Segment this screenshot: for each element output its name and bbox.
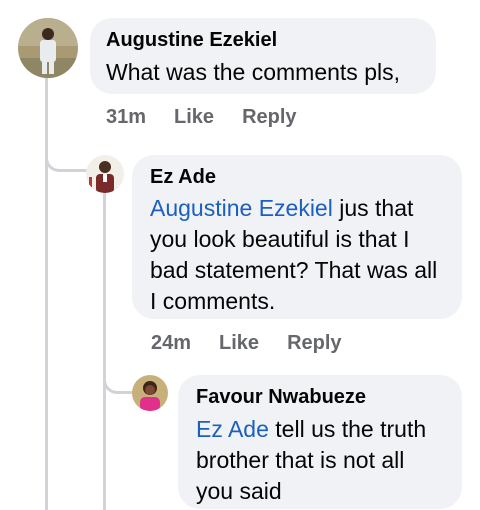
comment-author-2[interactable]: Ez Ade	[150, 165, 444, 189]
reply-button-1[interactable]: Reply	[242, 106, 296, 129]
comment-bubble-3: Favour Nwabueze Ez Ade tell us the truth…	[178, 375, 462, 509]
comment-text-1: What was the comments pls,	[106, 59, 400, 85]
comment-actions-2: 24m Like Reply	[151, 332, 342, 355]
avatar-ez-ade[interactable]	[86, 155, 124, 193]
mention-augustine[interactable]: Augustine Ezekiel	[150, 195, 333, 221]
thread-elbow-2	[103, 330, 133, 394]
comment-time-1[interactable]: 31m	[106, 106, 146, 129]
thread-elbow-1	[45, 120, 87, 172]
comment-text-2: Augustine Ezekiel jus that you look beau…	[150, 193, 444, 317]
like-button-2[interactable]: Like	[219, 332, 259, 355]
comment-author-3[interactable]: Favour Nwabueze	[196, 385, 444, 409]
reply-button-2[interactable]: Reply	[287, 332, 341, 355]
comment-time-2[interactable]: 24m	[151, 332, 191, 355]
like-button-1[interactable]: Like	[174, 106, 214, 129]
comment-author-1[interactable]: Augustine Ezekiel	[106, 28, 420, 52]
comment-actions-1: 31m Like Reply	[106, 106, 297, 129]
avatar-augustine[interactable]	[18, 18, 78, 78]
mention-ez-ade[interactable]: Ez Ade	[196, 416, 269, 442]
avatar-favour[interactable]	[132, 375, 168, 411]
comment-bubble-1: Augustine Ezekiel What was the comments …	[90, 18, 436, 94]
comment-text-3: Ez Ade tell us the truth brother that is…	[196, 414, 444, 507]
comment-bubble-2: Ez Ade Augustine Ezekiel jus that you lo…	[132, 155, 462, 319]
